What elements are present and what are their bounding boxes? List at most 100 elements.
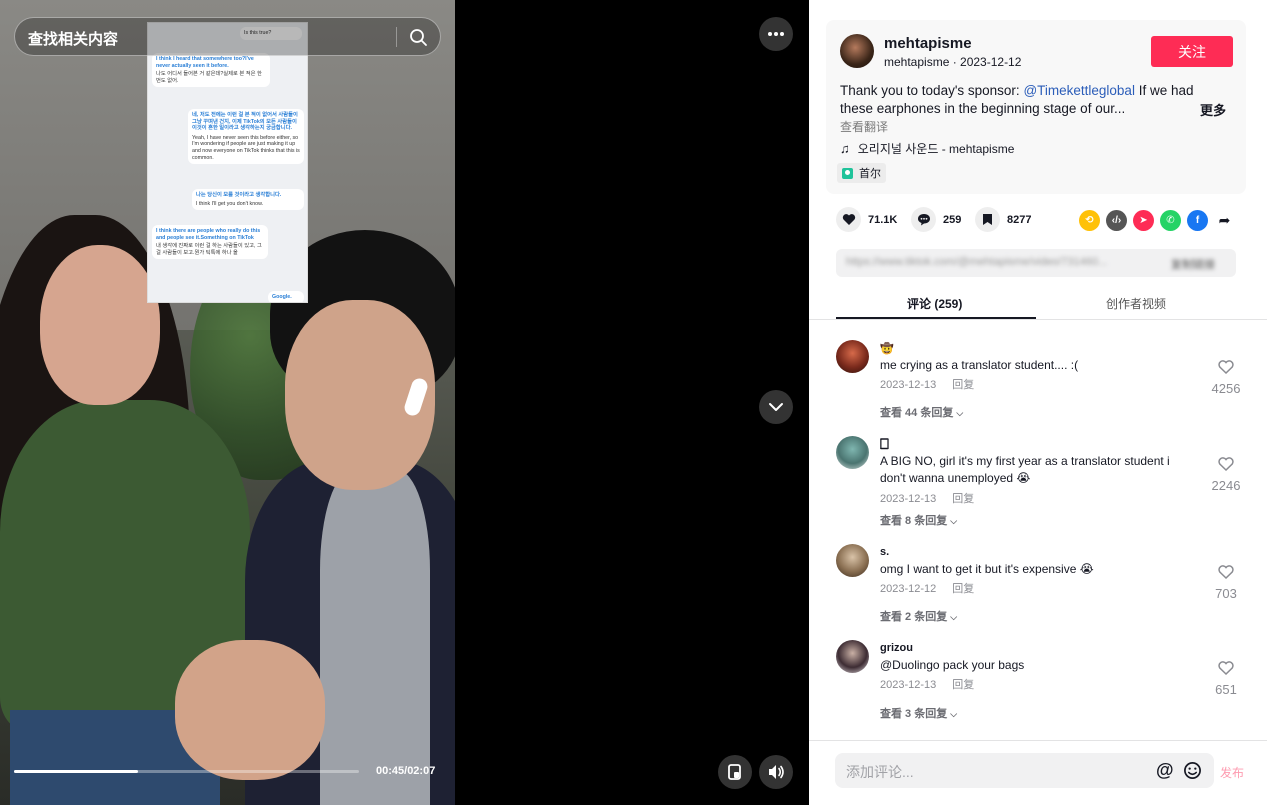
comment-text: me crying as a translator student.... :(: [880, 358, 1079, 372]
music-title: 오리지널 사운드 - mehtapisme: [857, 142, 1015, 156]
volume-button[interactable]: [759, 755, 793, 789]
miniplayer-button[interactable]: [718, 755, 752, 789]
caption-mention-link[interactable]: @Timekettleglobal: [1023, 83, 1135, 98]
save-button[interactable]: 8277: [975, 207, 1031, 232]
video-person-right-shirt: [320, 470, 430, 805]
comment-list: 🤠 me crying as a translator student.... …: [809, 321, 1267, 741]
author-avatar[interactable]: [840, 34, 874, 68]
time-display: 00:45/02:07: [376, 765, 436, 777]
share-link-text: https://www.tiktok.com/@mehtapisme/video…: [846, 256, 1108, 268]
search-bar[interactable]: 查找相关内容: [14, 17, 441, 56]
action-bar: 71.1K 259 8277 ⟲ ‹/› ➤ ✆ f ➦: [836, 207, 1236, 235]
location-tag[interactable]: 首尔: [837, 163, 886, 183]
commenter-avatar[interactable]: [836, 544, 869, 577]
comment-button[interactable]: 259: [911, 207, 961, 232]
chat-bubble: 나는 당신이 모를 것이라고 생각합니다. I think I'll get y…: [192, 189, 304, 211]
video-player[interactable]: Is this true? I think I heard that somew…: [0, 0, 809, 805]
comment-item: s. omg I want to get it but it's expensi…: [836, 544, 1246, 634]
translation-app-overlay: Is this true? I think I heard that somew…: [147, 22, 308, 303]
comment-date: 2023-12-13: [880, 493, 937, 505]
chat-text-en: I think I'll get you don't know.: [196, 200, 264, 207]
facebook-icon[interactable]: f: [1187, 210, 1208, 231]
view-replies-button[interactable]: 查看 3 条回复 ⌵: [880, 705, 957, 721]
embed-icon[interactable]: ‹/›: [1106, 210, 1127, 231]
save-circle: [975, 207, 1000, 232]
heart-outline-icon: [1218, 565, 1234, 580]
chevron-down-icon: [769, 403, 783, 411]
commenter-avatar[interactable]: [836, 436, 869, 469]
comment-text: @Duolingo pack your bags: [880, 658, 1025, 672]
comment-date: 2023-12-12: [880, 583, 937, 595]
commenter-name[interactable]: s.: [880, 546, 889, 558]
video-hand: [175, 640, 325, 780]
chat-text-ko: 네, 저도 전에는 이런 걸 본 적이 없어서 사람들이 그냥 꾸며낸 건지, …: [192, 112, 298, 132]
commenter-name[interactable]: 🤠: [880, 342, 894, 355]
more-dots-icon: [768, 32, 784, 36]
comment-like-button[interactable]: 703: [1206, 565, 1246, 601]
comment-meta: 2023-12-13 回复: [880, 676, 974, 692]
tab-comments[interactable]: 评论 (259): [907, 295, 962, 312]
copy-link-button[interactable]: 复制链接: [1171, 256, 1215, 272]
reply-button[interactable]: 回复: [952, 493, 974, 505]
chat-text-ko: 내 생각에 진짜로 이런 걸 하는 사람들이 있고, 그걸 사람들이 보고.뭔가…: [156, 243, 262, 256]
view-replies-button[interactable]: 查看 44 条回复 ⌵: [880, 404, 963, 420]
commenter-name[interactable]: grizou: [880, 642, 913, 654]
view-replies-button[interactable]: 查看 8 条回复 ⌵: [880, 512, 957, 528]
mention-icon[interactable]: @: [1156, 760, 1174, 781]
chevron-down-icon: ⌵: [950, 516, 958, 526]
search-icon[interactable]: [408, 27, 428, 47]
view-replies-label: 查看 2 条回复: [880, 611, 948, 623]
video-info-card: mehtapisme mehtapisme · 2023-12-12 关注 Th…: [826, 20, 1246, 194]
post-comment-button[interactable]: 发布: [1220, 764, 1244, 781]
follow-button[interactable]: 关注: [1151, 36, 1233, 67]
reply-button[interactable]: 回复: [952, 679, 974, 691]
author-meta: mehtapisme · 2023-12-12: [884, 55, 1022, 69]
like-button[interactable]: 71.1K: [836, 207, 897, 232]
tab-creator-videos[interactable]: 创作者视频: [1106, 295, 1166, 312]
progress-bar[interactable]: [14, 770, 359, 773]
app-root: Is this true? I think I heard that somew…: [0, 0, 1267, 805]
comment-input[interactable]: 添加评论... @: [835, 753, 1214, 788]
reply-button[interactable]: 回复: [952, 583, 974, 595]
music-link[interactable]: ♫ 오리지널 사운드 - mehtapisme: [840, 140, 1014, 157]
comment-item: 🀆 A BIG NO, girl it's my first year as a…: [836, 436, 1246, 531]
search-input[interactable]: 查找相关内容: [28, 28, 118, 49]
commenter-avatar[interactable]: [836, 640, 869, 673]
caption-more-button[interactable]: 更多: [1200, 100, 1226, 119]
video-frame[interactable]: Is this true? I think I heard that somew…: [0, 0, 455, 805]
heart-outline-icon: [1218, 457, 1234, 472]
share-link-box[interactable]: https://www.tiktok.com/@mehtapisme/video…: [836, 249, 1236, 277]
location-label: 首尔: [859, 168, 881, 180]
miniplayer-icon: [728, 764, 741, 780]
chevron-down-icon: ⌵: [950, 612, 958, 622]
author-name[interactable]: mehtapisme: [884, 35, 972, 52]
share-arrow-icon[interactable]: ➦: [1214, 210, 1235, 231]
commenter-avatar[interactable]: [836, 340, 869, 373]
repost-icon[interactable]: ⟲: [1079, 210, 1100, 231]
chevron-down-icon: ⌵: [950, 709, 958, 719]
comment-like-button[interactable]: 651: [1206, 661, 1246, 697]
search-divider: [396, 27, 397, 47]
see-translation-link[interactable]: 查看翻译: [840, 118, 888, 135]
comment-like-count: 4256: [1211, 381, 1241, 396]
bookmark-icon: [983, 214, 992, 225]
panel-tabs: 评论 (259) 创作者视频: [809, 284, 1267, 320]
comment-meta: 2023-12-13 回复: [880, 376, 974, 392]
comment-like-button[interactable]: 2246: [1206, 457, 1246, 493]
comment-like-count: 651: [1215, 682, 1237, 697]
reply-button[interactable]: 回复: [952, 379, 974, 391]
comment-compose-bar: 添加评论... @ 发布: [809, 740, 1267, 805]
progress-fill: [14, 770, 139, 773]
chat-bubble: Google.: [268, 291, 304, 302]
emoji-icon[interactable]: [1183, 761, 1202, 780]
comment-like-button[interactable]: 4256: [1206, 360, 1246, 396]
save-count: 8277: [1007, 213, 1032, 226]
whatsapp-icon[interactable]: ✆: [1160, 210, 1181, 231]
send-to-friends-icon[interactable]: ➤: [1133, 210, 1154, 231]
comment-meta: 2023-12-13 回复: [880, 490, 974, 506]
more-options-button[interactable]: [759, 17, 793, 51]
commenter-name[interactable]: 🀆: [880, 438, 889, 451]
next-video-button[interactable]: [759, 390, 793, 424]
view-replies-button[interactable]: 查看 2 条回复 ⌵: [880, 608, 957, 624]
comment-like-count: 703: [1215, 586, 1237, 601]
